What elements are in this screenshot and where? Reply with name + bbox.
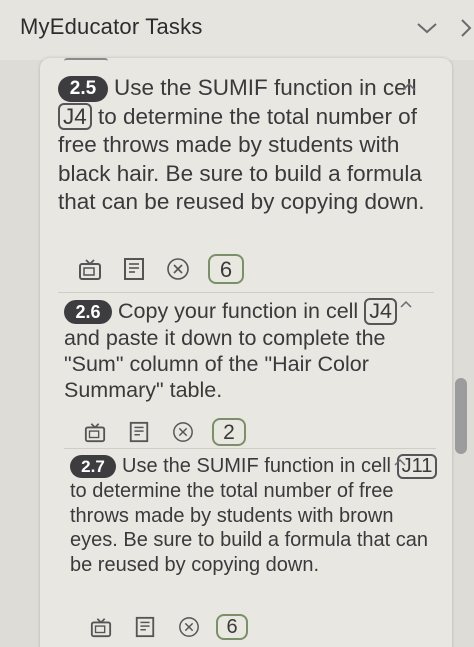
book-icon[interactable]: [134, 616, 156, 638]
task-text: Copy your function in cell: [118, 299, 365, 323]
task-divider: [64, 448, 436, 449]
chevron-down-icon[interactable]: [414, 18, 440, 38]
task-text: Use the SUMIF function in cell: [122, 455, 397, 477]
task-text: and paste it down to complete the "Sum" …: [64, 325, 386, 402]
task-instructions: 2.6 Copy your function in cell J4 and pas…: [64, 298, 434, 403]
close-circle-icon: [179, 617, 199, 637]
task-instructions: 2.7 Use the SUMIF function in cell J11 to…: [70, 454, 440, 577]
app-title: MyEducator Tasks: [20, 14, 203, 39]
score-badge: 2: [212, 418, 246, 446]
video-icon[interactable]: [90, 616, 112, 638]
chevron-up-icon[interactable]: [400, 80, 418, 94]
task-2-7[interactable]: 2.7 Use the SUMIF function in cell J11 to…: [70, 454, 440, 577]
task-actions: 6: [90, 614, 248, 640]
video-icon[interactable]: [84, 421, 106, 443]
task-number-badge: 2.7: [70, 455, 116, 479]
chevron-right-icon[interactable]: [458, 16, 474, 40]
task-2-6[interactable]: 2.6 Copy your function in cell J4 and pas…: [64, 298, 434, 403]
chevron-up-icon[interactable]: [398, 298, 414, 311]
task-actions: 2: [84, 418, 246, 446]
task-instructions: 2.5 Use the SUMIF function in cell J4 to …: [58, 74, 428, 217]
task-text: to determine the total number of free th…: [70, 480, 428, 576]
task-divider: [58, 292, 434, 293]
scrollbar-thumb[interactable]: [455, 378, 467, 454]
chevron-up-icon[interactable]: [392, 456, 408, 469]
book-icon[interactable]: [128, 421, 150, 443]
task-actions: 6: [78, 254, 244, 284]
panel-tab-indicator: [64, 58, 108, 63]
score-badge: 6: [208, 254, 244, 284]
task-number-badge: 2.5: [58, 76, 108, 103]
app-header: MyEducator Tasks: [0, 0, 474, 60]
cell-reference: J4: [58, 102, 92, 131]
task-number-badge: 2.6: [64, 300, 112, 325]
score-badge: 6: [216, 614, 248, 640]
task-2-5[interactable]: 2.5 Use the SUMIF function in cell J4 to …: [58, 74, 428, 217]
task-text: Use the SUMIF function in cell: [114, 75, 417, 100]
close-circle-icon: [173, 422, 193, 442]
book-icon[interactable]: [122, 257, 146, 281]
close-circle-icon: [167, 258, 189, 280]
cell-reference: J4: [364, 298, 397, 325]
video-icon[interactable]: [78, 257, 102, 281]
task-text: to determine the total number of free th…: [58, 103, 425, 215]
